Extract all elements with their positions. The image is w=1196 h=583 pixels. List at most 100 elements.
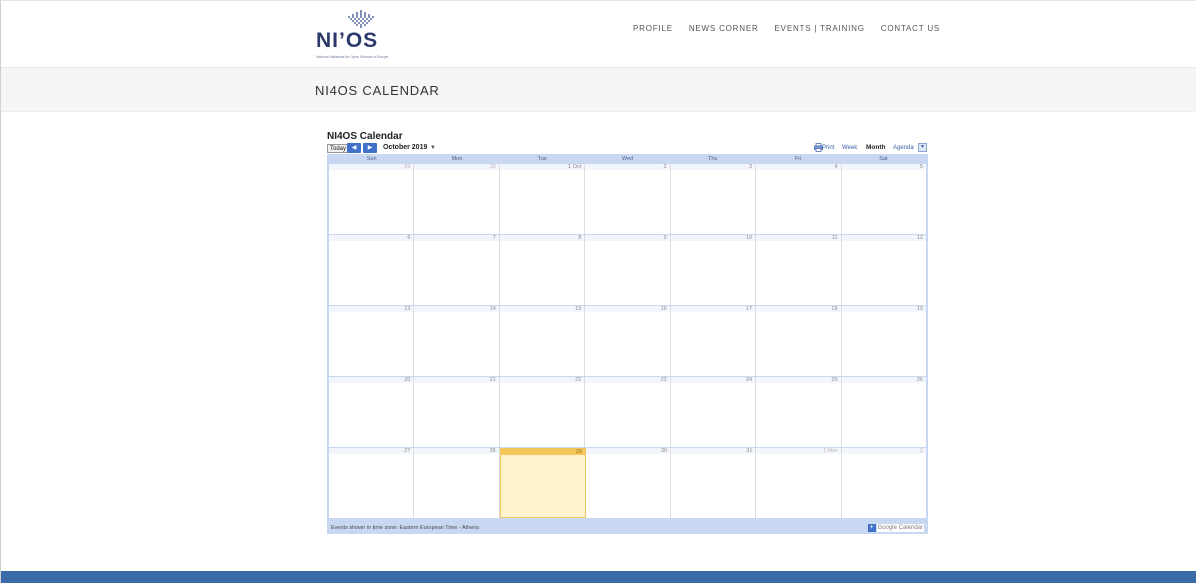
day-cell[interactable]: 27 xyxy=(329,448,415,518)
day-cell[interactable]: 4 xyxy=(756,164,842,234)
day-cell[interactable]: 22 xyxy=(499,377,586,447)
prev-period-button[interactable]: ◀ xyxy=(347,143,361,153)
day-number: 28 xyxy=(414,448,499,454)
day-cell[interactable]: 19 xyxy=(841,306,926,376)
day-cell[interactable]: 17 xyxy=(670,306,757,376)
day-number: 1 Oct xyxy=(499,164,585,170)
today-button[interactable]: Today xyxy=(327,144,350,153)
day-cell[interactable]: 8 xyxy=(499,235,586,305)
weekday-label: Fri xyxy=(794,156,802,162)
title-band: NI4OS CALENDAR xyxy=(1,67,1196,112)
weekday-label: Sat xyxy=(879,156,888,162)
day-cell[interactable]: 13 xyxy=(329,306,415,376)
chevron-right-icon: ▶ xyxy=(367,145,373,151)
caret-down-icon[interactable]: ▼ xyxy=(430,143,436,153)
day-number: 15 xyxy=(499,306,585,312)
weekday-label: Sun xyxy=(366,156,377,162)
day-number: 11 xyxy=(756,235,841,241)
day-cell[interactable]: 26 xyxy=(841,377,926,447)
day-cell[interactable]: 2 xyxy=(585,164,671,234)
google-calendar-button[interactable]: + Google Calendar xyxy=(867,524,924,532)
google-calendar-label: Google Calendar xyxy=(876,524,924,532)
page: NI’OS National Initiatives for Open Scie… xyxy=(0,0,1196,583)
day-number: 13 xyxy=(329,306,414,312)
week-row: 29 30 1 Oct 2 3 4 5 xyxy=(329,163,926,234)
timezone-dropdown-button[interactable]: ▾ xyxy=(918,143,927,152)
nav-item-profile[interactable]: PROFILE xyxy=(633,24,673,33)
day-cell[interactable]: 14 xyxy=(414,306,500,376)
day-number: 12 xyxy=(841,235,926,241)
weeks: 29 30 1 Oct 2 3 4 5 6 7 8 9 10 11 12 13 … xyxy=(329,163,926,518)
day-cell[interactable]: 23 xyxy=(585,377,671,447)
day-cell-today[interactable]: 29 xyxy=(499,448,586,518)
tab-month[interactable]: Month xyxy=(866,143,886,153)
day-number: 27 xyxy=(329,448,414,454)
main-nav: PROFILE NEWS CORNER EVENTS | TRAINING CO… xyxy=(633,24,940,33)
logo-tagline: National Initiatives for Open Science in… xyxy=(316,55,389,59)
day-number: 6 xyxy=(329,235,414,241)
month-grid: Sun Mon Tue Wed Thu Fri Sat 29 30 1 Oct … xyxy=(327,154,928,525)
day-cell[interactable]: 1 Oct xyxy=(499,164,586,234)
day-cell[interactable]: 7 xyxy=(414,235,500,305)
weekday-label: Wed xyxy=(621,156,634,162)
day-number: 29 xyxy=(329,164,414,170)
weekday-label: Thu xyxy=(708,156,718,162)
day-cell[interactable]: 16 xyxy=(585,306,671,376)
day-cell[interactable]: 24 xyxy=(670,377,757,447)
day-number: 10 xyxy=(670,235,756,241)
nav-item-events-training[interactable]: EVENTS | TRAINING xyxy=(775,24,865,33)
day-cell[interactable]: 2 xyxy=(841,448,926,518)
site-logo[interactable]: NI’OS National Initiatives for Open Scie… xyxy=(316,9,406,65)
day-cell[interactable]: 30 xyxy=(414,164,500,234)
day-cell[interactable]: 20 xyxy=(329,377,415,447)
day-cell[interactable]: 15 xyxy=(499,306,586,376)
weekday-label: Mon xyxy=(451,156,463,162)
day-number: 7 xyxy=(414,235,499,241)
day-number: 1 Nov xyxy=(756,448,841,454)
day-number: 21 xyxy=(414,377,499,383)
day-cell[interactable]: 6 xyxy=(329,235,415,305)
week-row: 6 7 8 9 10 11 12 xyxy=(329,234,926,305)
day-cell[interactable]: 10 xyxy=(670,235,757,305)
next-period-button[interactable]: ▶ xyxy=(363,143,377,153)
day-number: 30 xyxy=(585,448,671,454)
day-cell[interactable]: 30 xyxy=(585,448,672,518)
week-row: 13 14 15 16 17 18 19 xyxy=(329,305,926,376)
day-cell[interactable]: 3 xyxy=(670,164,757,234)
site-header: NI’OS National Initiatives for Open Scie… xyxy=(1,1,1196,67)
page-title: NI4OS CALENDAR xyxy=(315,83,440,98)
day-cell[interactable]: 11 xyxy=(756,235,842,305)
day-number: 29 xyxy=(500,449,585,455)
day-number: 23 xyxy=(585,377,670,383)
chevron-down-icon: ▾ xyxy=(920,144,924,150)
day-cell[interactable]: 18 xyxy=(756,306,842,376)
weekday-header: Sun Mon Tue Wed Thu Fri Sat xyxy=(329,156,926,163)
nav-item-contact-us[interactable]: CONTACT US xyxy=(881,24,940,33)
tab-week[interactable]: Week xyxy=(842,143,857,153)
day-cell[interactable]: 28 xyxy=(414,448,500,518)
day-number: 14 xyxy=(414,306,499,312)
day-cell[interactable]: 31 xyxy=(671,448,757,518)
day-number: 9 xyxy=(585,235,670,241)
day-number: 3 xyxy=(670,164,756,170)
nav-item-news-corner[interactable]: NEWS CORNER xyxy=(689,24,759,33)
day-cell[interactable]: 9 xyxy=(585,235,671,305)
calendar-toolbar: Today ◀ ▶ October 2019 ▼ Print Week Mont… xyxy=(327,143,928,154)
day-cell[interactable]: 25 xyxy=(756,377,842,447)
day-cell[interactable]: 21 xyxy=(414,377,500,447)
day-cell[interactable]: 5 xyxy=(841,164,926,234)
day-cell[interactable]: 12 xyxy=(841,235,926,305)
day-cell[interactable]: 29 xyxy=(329,164,415,234)
print-button[interactable]: Print xyxy=(822,143,834,153)
day-number: 19 xyxy=(841,306,926,312)
week-row: 20 21 22 23 24 25 26 xyxy=(329,376,926,447)
day-number: 8 xyxy=(499,235,585,241)
tab-agenda[interactable]: Agenda xyxy=(893,143,914,153)
day-number: 20 xyxy=(329,377,414,383)
day-cell[interactable]: 1 Nov xyxy=(756,448,842,518)
calendar-title: NI4OS Calendar xyxy=(327,131,403,142)
day-number: 4 xyxy=(756,164,841,170)
day-number: 31 xyxy=(671,448,756,454)
day-number: 17 xyxy=(670,306,756,312)
current-period-label[interactable]: October 2019 xyxy=(383,143,427,153)
